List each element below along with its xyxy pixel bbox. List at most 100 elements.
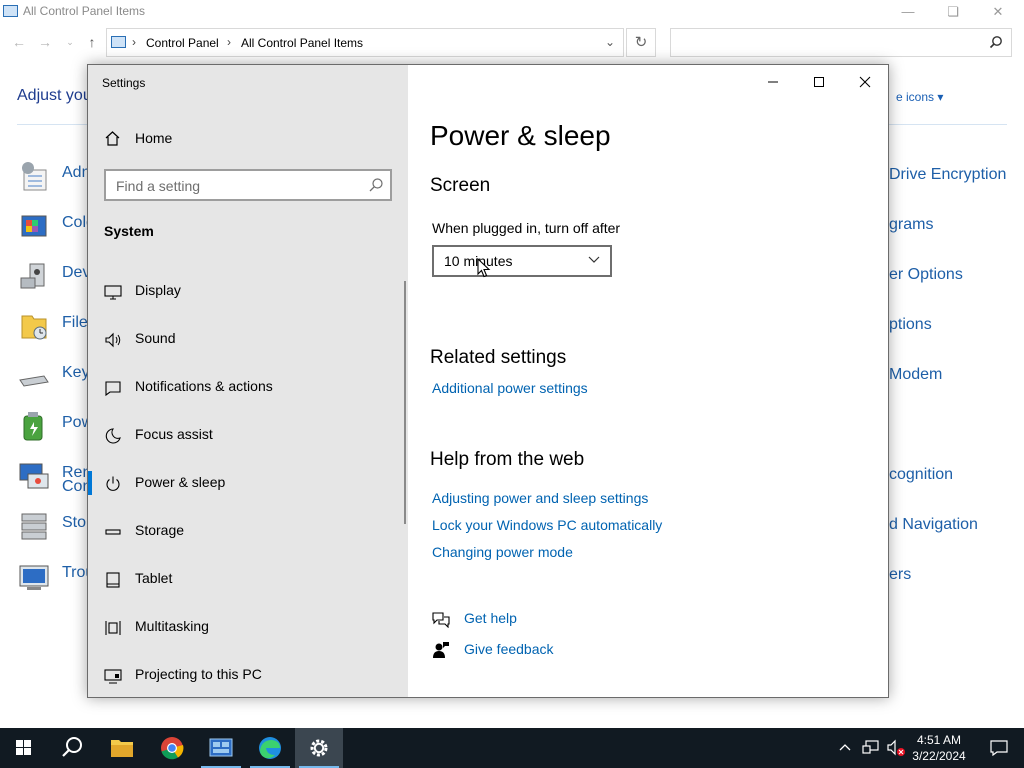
nav-item-storage[interactable]: Storage	[88, 507, 406, 555]
screen-heading: Screen	[430, 175, 491, 196]
cp-item-options[interactable]: er Options	[889, 266, 963, 284]
cp-item-users[interactable]: ers	[889, 566, 911, 584]
taskbar-control-panel[interactable]	[197, 728, 245, 768]
cp-item-color-management[interactable]: Colo	[18, 208, 98, 248]
maximize-button[interactable]	[796, 67, 842, 97]
settings-window-title: Settings	[102, 76, 146, 90]
help-heading: Help from the web	[430, 449, 585, 470]
nav-item-focus-assist[interactable]: Focus assist	[88, 411, 406, 459]
cp-item-options-2[interactable]: ptions	[889, 316, 932, 334]
close-button[interactable]: ✕	[983, 2, 1013, 22]
keyboard-icon	[19, 375, 49, 387]
start-icon	[16, 740, 31, 755]
cp-item-troubleshooting[interactable]: Trou	[18, 558, 98, 598]
help-link-power-mode[interactable]: Changing power mode	[432, 544, 573, 560]
cp-item-recognition[interactable]: cognition	[889, 466, 953, 484]
help-link-adjusting-power[interactable]: Adjusting power and sleep settings	[432, 490, 648, 506]
cp-item-file-history[interactable]: File	[18, 308, 98, 348]
edge-icon	[259, 737, 281, 759]
nav-item-projecting[interactable]: Projecting to this PC	[88, 651, 406, 697]
breadcrumb-control-panel[interactable]: Control Panel	[146, 36, 219, 50]
cp-item-programs[interactable]: grams	[889, 216, 933, 234]
close-icon	[859, 76, 871, 88]
control-panel-titlebar: All Control Panel Items — ❏ ✕	[0, 0, 1024, 24]
cp-item-storage-spaces[interactable]: Stor	[18, 508, 98, 548]
notifications-icon	[105, 381, 121, 397]
cp-item-power-options[interactable]: Pow	[18, 408, 98, 448]
cp-item-administrative-tools[interactable]: Adm	[18, 158, 98, 198]
additional-power-settings-link[interactable]: Additional power settings	[432, 380, 588, 396]
nav-item-label: Projecting to this PC	[135, 666, 262, 682]
get-help-icon	[432, 612, 450, 628]
nav-item-multitasking[interactable]: Multitasking	[88, 603, 406, 651]
system-tray: 4:51 AM 3/22/2024	[832, 728, 1024, 768]
taskbar-file-explorer[interactable]	[98, 728, 146, 768]
nav-item-display[interactable]: Display	[88, 267, 406, 315]
taskbar-search-button[interactable]	[48, 728, 96, 768]
plugged-in-label: When plugged in, turn off after	[432, 220, 621, 236]
page-title: Power & sleep	[430, 120, 611, 151]
chevron-up-icon[interactable]	[838, 740, 852, 754]
find-setting-input[interactable]	[104, 169, 392, 201]
settings-window: Settings Home System Display Sound Notif…	[87, 64, 889, 698]
focus-assist-icon	[105, 428, 121, 444]
close-button[interactable]	[842, 67, 888, 97]
network-icon[interactable]	[862, 740, 880, 756]
color-management-icon	[21, 215, 47, 237]
storage-icon	[105, 529, 121, 535]
find-setting-field[interactable]	[116, 177, 356, 195]
restore-button[interactable]: ❏	[938, 2, 968, 22]
up-arrow-icon[interactable]: ↑	[82, 34, 102, 50]
breadcrumb-separator-icon[interactable]: ›	[227, 35, 231, 49]
start-button[interactable]	[0, 728, 48, 768]
taskbar-time[interactable]: 4:51 AM	[894, 732, 984, 748]
cp-item-modem[interactable]: Modem	[889, 366, 942, 384]
cp-item-devices[interactable]: Devi	[18, 258, 98, 298]
devices-icon	[20, 263, 45, 289]
help-link-lock-pc[interactable]: Lock your Windows PC automatically	[432, 517, 662, 533]
control-panel-search-input[interactable]	[670, 28, 1012, 57]
taskbar-chrome[interactable]	[148, 728, 196, 768]
forward-arrow-icon[interactable]: →	[35, 34, 55, 50]
control-panel-icon	[209, 738, 233, 757]
remoteapp-icon	[19, 463, 49, 489]
cp-item-remoteapp[interactable]: Ren Con	[18, 458, 98, 502]
nav-scrollbar[interactable]	[404, 281, 406, 524]
mouse-cursor-icon	[477, 258, 491, 278]
address-bar[interactable]: › Control Panel › All Control Panel Item…	[106, 28, 624, 57]
nav-item-tablet[interactable]: Tablet	[88, 555, 406, 603]
recent-locations-icon[interactable]: ⌄	[60, 37, 80, 48]
minimize-button[interactable]	[750, 67, 796, 97]
sound-icon	[105, 332, 121, 348]
minimize-button[interactable]: —	[893, 2, 923, 22]
nav-item-label: Power & sleep	[135, 474, 226, 490]
nav-item-sound[interactable]: Sound	[88, 315, 406, 363]
view-by-link[interactable]: e icons ▾	[896, 90, 943, 104]
refresh-button[interactable]: ↻	[626, 28, 656, 57]
nav-home-label: Home	[135, 130, 173, 146]
taskbar-settings[interactable]	[295, 728, 343, 768]
taskbar-edge[interactable]	[246, 728, 294, 768]
breadcrumb-all-items[interactable]: All Control Panel Items	[241, 36, 363, 50]
taskbar-date[interactable]: 3/22/2024	[894, 748, 984, 764]
back-arrow-icon[interactable]: ←	[9, 34, 29, 50]
nav-item-power-sleep[interactable]: Power & sleep	[88, 459, 406, 507]
taskbar: 4:51 AM 3/22/2024	[0, 728, 1024, 768]
storage-spaces-icon	[21, 513, 47, 540]
multitasking-icon	[105, 621, 121, 635]
file-history-icon	[21, 315, 47, 340]
chevron-down-icon[interactable]: ⌄	[605, 35, 615, 49]
cp-item-drive-encryption[interactable]: Drive Encryption	[889, 166, 1006, 184]
action-center-icon[interactable]	[990, 740, 1008, 756]
screen-timeout-dropdown[interactable]: 10 minutes	[432, 245, 612, 277]
cp-item-navigation[interactable]: d Navigation	[889, 516, 978, 534]
troubleshooting-icon	[19, 565, 49, 590]
tablet-icon	[106, 572, 120, 588]
cp-item-label: File	[62, 314, 88, 331]
cp-item-label: Key	[62, 364, 90, 381]
breadcrumb-separator-icon[interactable]: ›	[132, 35, 136, 49]
nav-item-notifications[interactable]: Notifications & actions	[88, 363, 406, 411]
administrative-tools-icon	[22, 162, 47, 191]
cp-item-keyboard[interactable]: Key	[18, 358, 98, 398]
projecting-icon	[104, 669, 122, 684]
